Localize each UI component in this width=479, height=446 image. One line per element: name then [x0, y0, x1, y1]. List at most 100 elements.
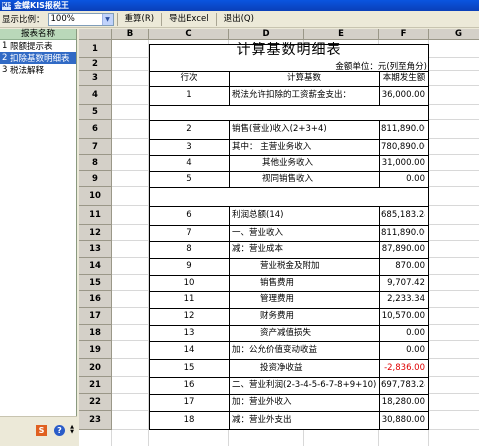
amount-cell[interactable]: 10,570.00: [381, 308, 425, 325]
amount-cell[interactable]: 811,890.00: [381, 120, 425, 139]
row-header[interactable]: 4: [79, 86, 112, 105]
line-number-cell[interactable]: 9: [149, 258, 229, 275]
line-number-cell[interactable]: 3: [149, 139, 229, 155]
report-item-tax-explanation[interactable]: 3 税法解释: [0, 64, 76, 76]
amount-cell[interactable]: 0.00: [381, 171, 425, 187]
amount-cell[interactable]: 2,233.34: [381, 291, 425, 308]
tax-tool-icon[interactable]: S: [36, 425, 47, 436]
window-title: 金蝶KIS报税王: [14, 1, 69, 10]
amount-cell[interactable]: 685,183.24: [381, 206, 425, 225]
amount-cell[interactable]: 780,890.00: [381, 139, 425, 155]
line-number-cell[interactable]: 7: [149, 225, 229, 241]
line-number-cell[interactable]: 15: [149, 359, 229, 377]
line-number-cell[interactable]: 13: [149, 325, 229, 341]
item-name-cell[interactable]: 销售(营业)收入(2+3+4): [232, 120, 378, 139]
column-header[interactable]: G: [429, 29, 479, 40]
amount-cell[interactable]: 87,890.00: [381, 241, 425, 258]
amount-cell[interactable]: 0.00: [381, 341, 425, 359]
item-name-cell[interactable]: 税法允许扣除的工资薪金支出：: [232, 86, 378, 105]
row-header[interactable]: 11: [79, 206, 112, 225]
amount-cell[interactable]: 36,000.00: [381, 86, 425, 105]
item-name-cell[interactable]: 销售费用: [260, 275, 378, 291]
amount-cell[interactable]: 870.00: [381, 258, 425, 275]
line-number-cell[interactable]: 6: [149, 206, 229, 225]
line-number-cell[interactable]: 1: [149, 86, 229, 105]
row-header[interactable]: 23: [79, 411, 112, 430]
column-header[interactable]: D: [229, 29, 304, 40]
item-name-cell[interactable]: 财务费用: [260, 308, 378, 325]
row-header[interactable]: 13: [79, 241, 112, 258]
item-name-cell[interactable]: 视同销售收入: [262, 171, 378, 187]
line-number-cell[interactable]: 2: [149, 120, 229, 139]
line-number-cell[interactable]: 5: [149, 171, 229, 187]
row-header[interactable]: 19: [79, 341, 112, 359]
item-name-cell[interactable]: 营业税金及附加: [260, 258, 378, 275]
row-header[interactable]: 15: [79, 275, 112, 291]
line-number-cell[interactable]: 18: [149, 411, 229, 430]
amount-cell[interactable]: 9,707.42: [381, 275, 425, 291]
row-header[interactable]: 14: [79, 258, 112, 275]
amount-cell[interactable]: -2,836.00: [381, 359, 425, 377]
chevron-down-icon[interactable]: ▼: [101, 13, 113, 25]
column-header[interactable]: B: [112, 29, 149, 40]
amount-cell[interactable]: 811,890.00: [381, 225, 425, 241]
export-excel-button[interactable]: 导出Excel: [165, 13, 213, 26]
table-head-f: 本期发生额: [382, 73, 426, 83]
amount-cell[interactable]: 697,783.24: [381, 377, 425, 394]
toolbar: 显示比例： 100% ▼ 重算(R) 导出Excel 退出(Q): [0, 11, 479, 28]
column-header[interactable]: C: [149, 29, 229, 40]
spreadsheet[interactable]: B C D E F G 1 2 3 4 5 6 7 8 9 10 11 12 13 14 15 16 17 18 19 20 21 2…: [79, 29, 479, 446]
item-name-cell[interactable]: 利润总额(14): [232, 206, 378, 225]
table-border: [229, 341, 230, 359]
help-icon[interactable]: ?: [54, 425, 65, 436]
line-number-cell[interactable]: 10: [149, 275, 229, 291]
row-header[interactable]: 12: [79, 225, 112, 241]
row-header[interactable]: 18: [79, 325, 112, 341]
column-header[interactable]: F: [379, 29, 429, 40]
row-header[interactable]: 10: [79, 187, 112, 206]
spinner-icon[interactable]: ▲ ▼: [69, 425, 75, 436]
zoom-select[interactable]: 100% ▼: [47, 12, 114, 26]
item-name-cell[interactable]: 加：营业外收入: [232, 394, 378, 411]
row-header[interactable]: 6: [79, 120, 112, 139]
report-item-limit[interactable]: 1 限额提示表: [0, 40, 76, 52]
item-name-cell[interactable]: 投资净收益: [260, 359, 378, 377]
item-name-cell[interactable]: 其中： 主营业务收入: [232, 139, 378, 155]
amount-cell[interactable]: 18,280.00: [381, 394, 425, 411]
line-number-cell[interactable]: 4: [149, 155, 229, 171]
column-header[interactable]: E: [304, 29, 379, 40]
exit-button[interactable]: 退出(Q): [220, 13, 258, 26]
line-number-cell[interactable]: 11: [149, 291, 229, 308]
row-header[interactable]: 8: [79, 155, 112, 171]
row-header[interactable]: 22: [79, 394, 112, 411]
row-header[interactable]: 2: [79, 58, 112, 71]
amount-cell[interactable]: 31,000.00: [381, 155, 425, 171]
row-header[interactable]: 16: [79, 291, 112, 308]
row-header[interactable]: 21: [79, 377, 112, 394]
row-header[interactable]: 17: [79, 308, 112, 325]
row-header[interactable]: 5: [79, 105, 112, 120]
item-name-cell[interactable]: 其他业务收入: [262, 155, 378, 171]
amount-cell[interactable]: 0.00: [381, 325, 425, 341]
item-name-cell[interactable]: 二、营业利润(2-3-4-5-6-7-8+9+10): [232, 377, 378, 394]
table-border: [379, 171, 380, 187]
item-name-cell[interactable]: 减：营业成本: [232, 241, 378, 258]
line-number-cell[interactable]: 17: [149, 394, 229, 411]
item-name-cell[interactable]: 管理费用: [260, 291, 378, 308]
report-item-deduction-detail[interactable]: 2 扣除基数明细表: [0, 52, 76, 64]
row-header[interactable]: 7: [79, 139, 112, 155]
row-header[interactable]: 9: [79, 171, 112, 187]
row-header[interactable]: 3: [79, 71, 112, 86]
line-number-cell[interactable]: 14: [149, 341, 229, 359]
row-header[interactable]: 1: [79, 40, 112, 58]
item-name-cell[interactable]: 加：公允价值变动收益: [232, 341, 378, 359]
line-number-cell[interactable]: 12: [149, 308, 229, 325]
amount-cell[interactable]: 30,880.00: [381, 411, 425, 430]
item-name-cell[interactable]: 资产减值损失: [260, 325, 378, 341]
row-header[interactable]: 20: [79, 359, 112, 377]
item-name-cell[interactable]: 一、营业收入: [232, 225, 378, 241]
line-number-cell[interactable]: 8: [149, 241, 229, 258]
recalculate-button[interactable]: 重算(R): [121, 13, 159, 26]
line-number-cell[interactable]: 16: [149, 377, 229, 394]
item-name-cell[interactable]: 减：营业外支出: [232, 411, 378, 430]
